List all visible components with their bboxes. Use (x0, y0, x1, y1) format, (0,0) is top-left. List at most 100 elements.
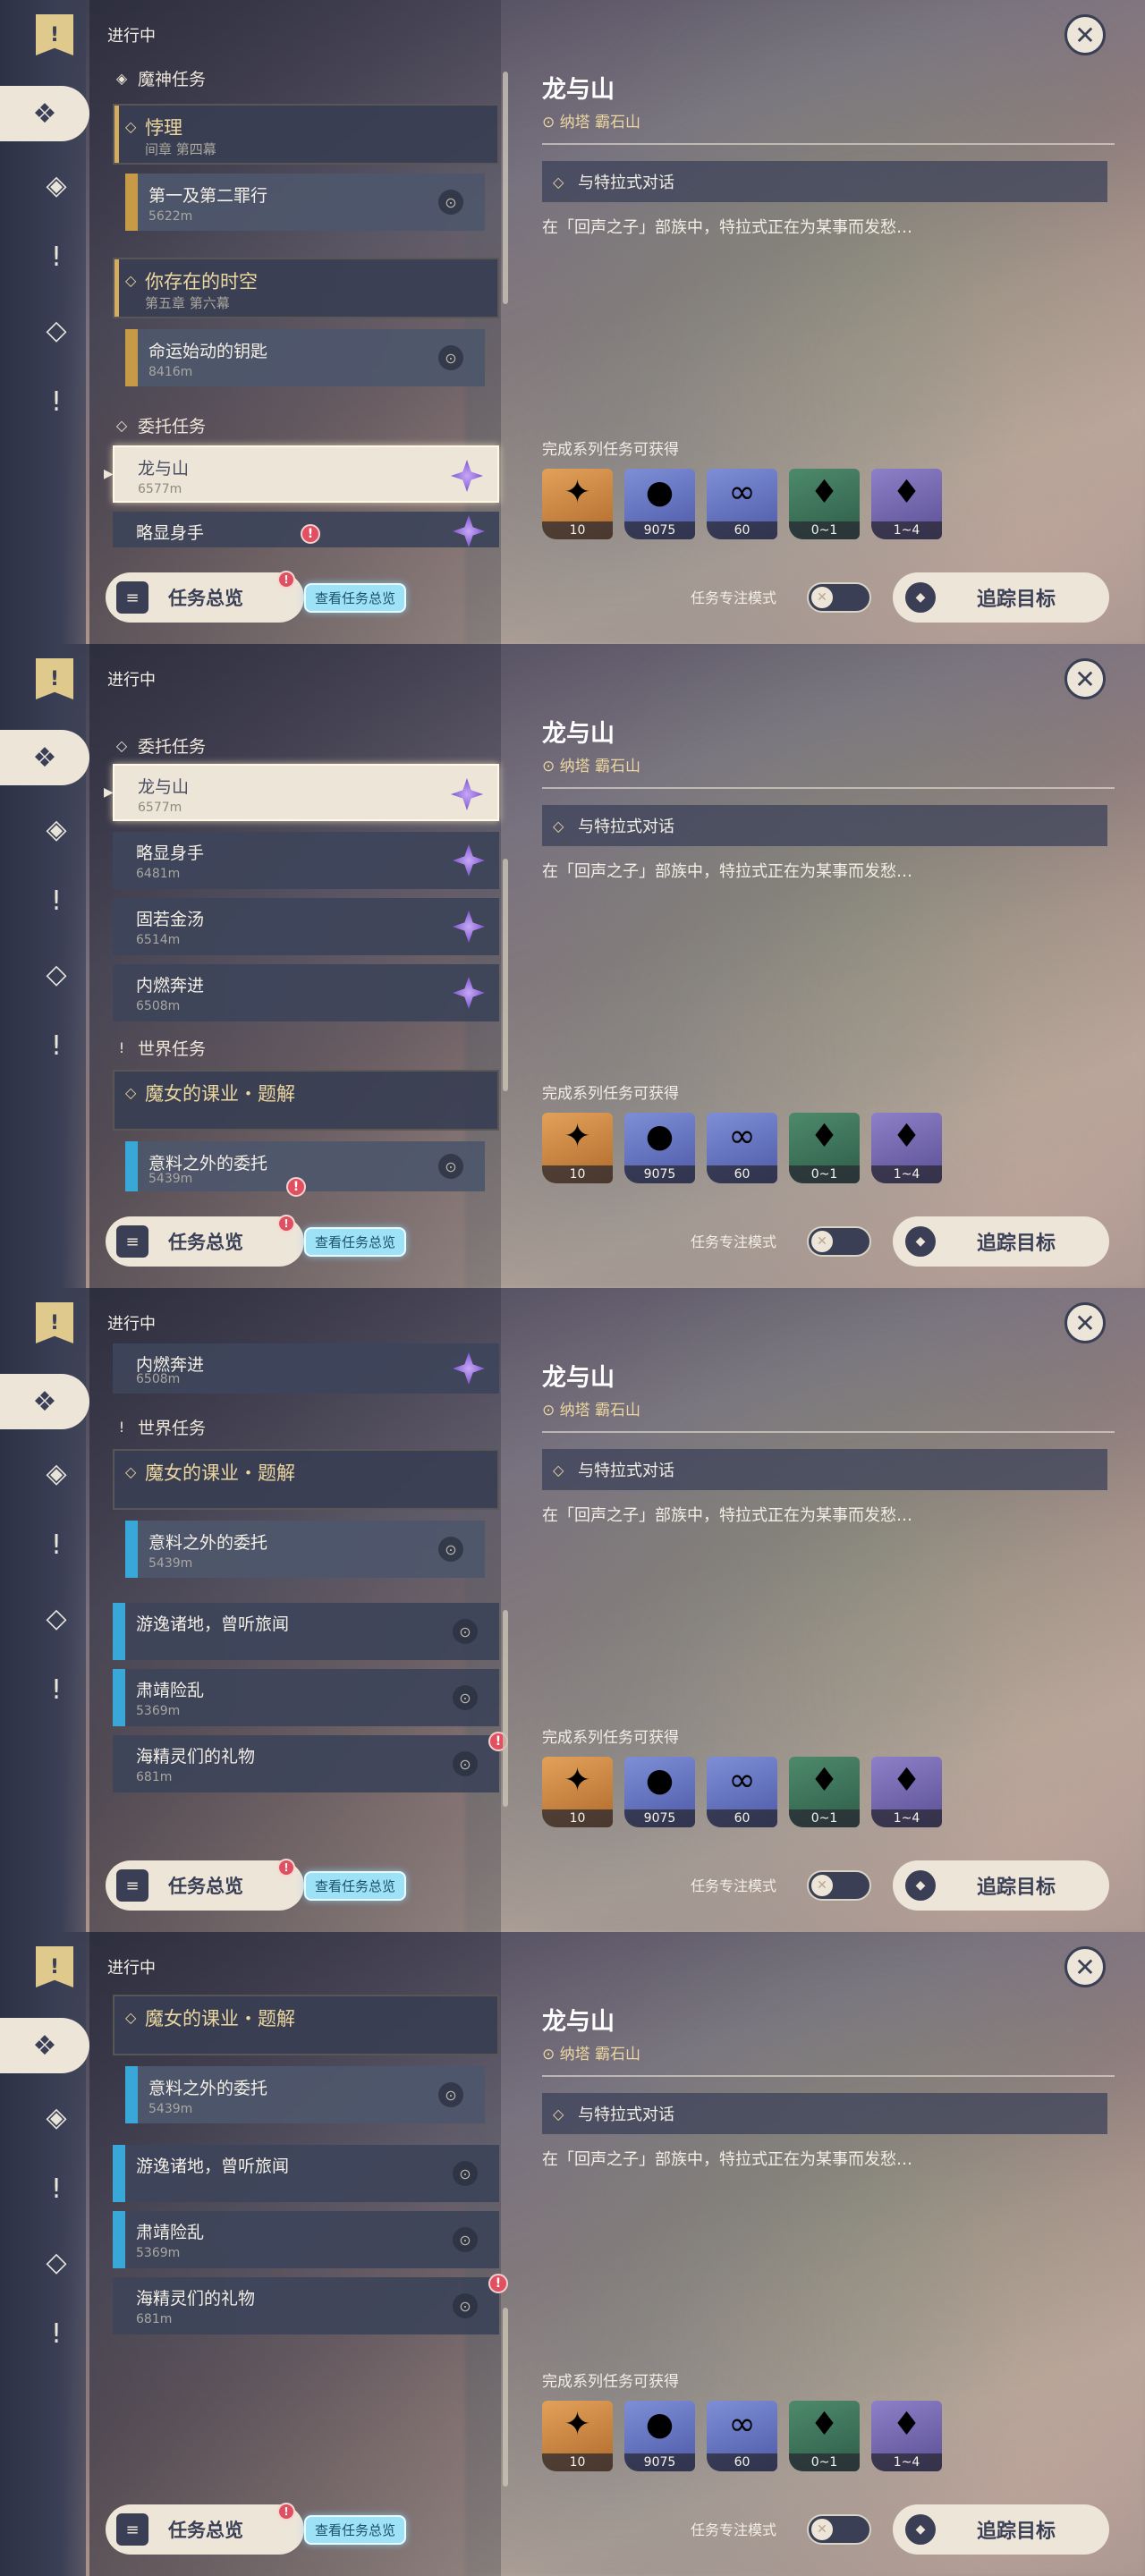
archon-sub-quest[interactable]: 命运始动的钥匙 8416m ⊙ (125, 329, 485, 386)
focus-mode-toggle[interactable]: ✕ (807, 2514, 871, 2545)
archon-quest-group[interactable]: ◇ 悖理 间章 第四幕 (113, 104, 499, 165)
reward-item[interactable]: ♦ 1~4 (871, 1757, 942, 1827)
world-quest-group[interactable]: ◇ 魔女的课业・题解 (113, 1070, 499, 1131)
location-pin-icon[interactable]: ⊙ (438, 345, 463, 370)
quest-tab-world[interactable]: ! (32, 1021, 81, 1070)
quest-tab-commission[interactable]: ◇ (32, 306, 81, 354)
quest-tab-story[interactable]: ! (32, 1521, 81, 1569)
quest-tab-commission[interactable]: ◇ (32, 950, 81, 998)
location-pin-icon[interactable]: ⊙ (453, 1751, 478, 1776)
overview-hint[interactable]: 查看任务总览 (304, 1227, 407, 1257)
reward-item[interactable]: ♦ 0~1 (789, 1757, 860, 1827)
quest-tab-all[interactable]: ❖ (0, 86, 89, 141)
bookmark-icon[interactable]: ! (36, 1946, 73, 1987)
scrollbar[interactable] (503, 2308, 508, 2487)
close-icon[interactable]: ✕ (1064, 658, 1106, 699)
location-pin-icon[interactable]: ⊙ (438, 2082, 463, 2107)
reward-item[interactable]: ✦ 10 (542, 2401, 613, 2471)
overview-hint[interactable]: 查看任务总览 (304, 1871, 407, 1901)
focus-mode-toggle[interactable]: ✕ (807, 582, 871, 613)
quest-tab-all[interactable]: ❖ (0, 1374, 89, 1429)
quest-tab-world[interactable]: ! (32, 1665, 81, 1714)
reward-item[interactable]: ∞ 60 (707, 469, 777, 539)
close-icon[interactable]: ✕ (1064, 1302, 1106, 1343)
world-quest-item[interactable]: 游逸诸地，曾听旅闻 ⊙ (113, 1603, 499, 1660)
overview-button[interactable]: ≡ 任务总览 ! (106, 1859, 304, 1911)
commission-item[interactable]: 内燃奔进 6508m (113, 1343, 499, 1394)
overview-button[interactable]: ≡ 任务总览 ! (106, 1215, 304, 1267)
location-pin-icon[interactable]: ⊙ (438, 190, 463, 215)
reward-item[interactable]: ✦ 10 (542, 1113, 613, 1183)
quest-tab-story[interactable]: ! (32, 233, 81, 281)
track-button[interactable]: ◆ 追踪目标 (893, 1216, 1109, 1267)
reward-item[interactable]: ♦ 1~4 (871, 469, 942, 539)
overview-hint[interactable]: 查看任务总览 (304, 583, 407, 613)
focus-mode-toggle[interactable]: ✕ (807, 1226, 871, 1257)
reward-item[interactable]: ∞ 60 (707, 1757, 777, 1827)
reward-item[interactable]: ● 9075 (624, 469, 695, 539)
location-pin-icon[interactable]: ⊙ (453, 2293, 478, 2318)
reward-item[interactable]: ● 9075 (624, 1757, 695, 1827)
archon-sub-quest[interactable]: 第一及第二罪行 5622m ⊙ (125, 174, 485, 231)
commission-item[interactable]: 内燃奔进 6508m (113, 964, 499, 1021)
location-pin-icon[interactable]: ⊙ (453, 2161, 478, 2186)
location-pin-icon[interactable]: ⊙ (438, 1154, 463, 1179)
quest-tab-world[interactable]: ! (32, 2309, 81, 2358)
quest-tab-archon[interactable]: ◈ (32, 161, 81, 209)
world-sub-quest[interactable]: 意料之外的委托 5439m ⊙ (125, 1521, 485, 1578)
commission-item[interactable]: 略显身手 6481m (113, 832, 499, 889)
close-icon[interactable]: ✕ (1064, 14, 1106, 55)
world-quest-item[interactable]: 海精灵们的礼物 681m ⊙ ! (113, 1732, 508, 1792)
location-pin-icon[interactable]: ⊙ (453, 2227, 478, 2252)
bookmark-icon[interactable]: ! (36, 658, 73, 699)
world-quest-item[interactable]: 游逸诸地，曾听旅闻 ⊙ (113, 2145, 499, 2202)
track-button[interactable]: ◆ 追踪目标 (893, 572, 1109, 623)
quest-tab-archon[interactable]: ◈ (32, 1449, 81, 1497)
world-sub-quest[interactable]: 意料之外的委托 5439m ⊙ ! (125, 1141, 485, 1197)
reward-item[interactable]: ♦ 0~1 (789, 2401, 860, 2471)
scrollbar[interactable] (503, 1610, 508, 1807)
reward-item[interactable]: ♦ 0~1 (789, 1113, 860, 1183)
focus-mode-toggle[interactable]: ✕ (807, 1870, 871, 1901)
track-button[interactable]: ◆ 追踪目标 (893, 2504, 1109, 2555)
world-quest-group[interactable]: ◇ 魔女的课业・题解 (113, 1449, 499, 1510)
reward-item[interactable]: ● 9075 (624, 2401, 695, 2471)
commission-item[interactable]: 固若金汤 6514m (113, 898, 499, 955)
reward-item[interactable]: ✦ 10 (542, 469, 613, 539)
overview-button[interactable]: ≡ 任务总览 ! (106, 571, 304, 623)
location-pin-icon[interactable]: ⊙ (438, 1537, 463, 1562)
reward-item[interactable]: ∞ 60 (707, 2401, 777, 2471)
reward-item[interactable]: ♦ 1~4 (871, 2401, 942, 2471)
scrollbar[interactable] (503, 72, 508, 304)
quest-tab-commission[interactable]: ◇ (32, 1594, 81, 1642)
track-button[interactable]: ◆ 追踪目标 (893, 1860, 1109, 1911)
location-pin-icon[interactable]: ⊙ (453, 1619, 478, 1644)
commission-item-selected[interactable]: ▶ 龙与山 6577m (104, 445, 499, 503)
quest-tab-archon[interactable]: ◈ (32, 2093, 81, 2141)
world-quest-item[interactable]: 海精灵们的礼物 681m ⊙ ! (113, 2274, 508, 2334)
commission-item-selected[interactable]: ▶ 龙与山 6577m (104, 764, 499, 821)
reward-item[interactable]: ● 9075 (624, 1113, 695, 1183)
reward-item[interactable]: ✦ 10 (542, 1757, 613, 1827)
reward-item[interactable]: ♦ 0~1 (789, 469, 860, 539)
bookmark-icon[interactable]: ! (36, 14, 73, 55)
quest-tab-all[interactable]: ❖ (0, 730, 89, 785)
reward-item[interactable]: ∞ 60 (707, 1113, 777, 1183)
world-sub-quest[interactable]: 意料之外的委托 5439m ⊙ (125, 2066, 485, 2123)
quest-tab-archon[interactable]: ◈ (32, 805, 81, 853)
world-quest-group[interactable]: ◇ 魔女的课业・题解 (113, 1995, 499, 2055)
quest-tab-world[interactable]: ! (32, 377, 81, 426)
bookmark-icon[interactable]: ! (36, 1302, 73, 1343)
world-quest-item[interactable]: 肃靖险乱 5369m ⊙ (113, 2211, 499, 2268)
archon-quest-group[interactable]: ◇ 你存在的时空 第五章 第六幕 (113, 258, 499, 318)
close-icon[interactable]: ✕ (1064, 1946, 1106, 1987)
scrollbar[interactable] (503, 859, 508, 1091)
world-quest-item[interactable]: 肃靖险乱 5369m ⊙ (113, 1669, 499, 1726)
quest-tab-all[interactable]: ❖ (0, 2018, 89, 2073)
overview-hint[interactable]: 查看任务总览 (304, 2515, 407, 2545)
quest-tab-story[interactable]: ! (32, 877, 81, 925)
quest-tab-commission[interactable]: ◇ (32, 2238, 81, 2286)
location-pin-icon[interactable]: ⊙ (453, 1685, 478, 1710)
overview-button[interactable]: ≡ 任务总览 ! (106, 2503, 304, 2555)
quest-tab-story[interactable]: ! (32, 2165, 81, 2213)
